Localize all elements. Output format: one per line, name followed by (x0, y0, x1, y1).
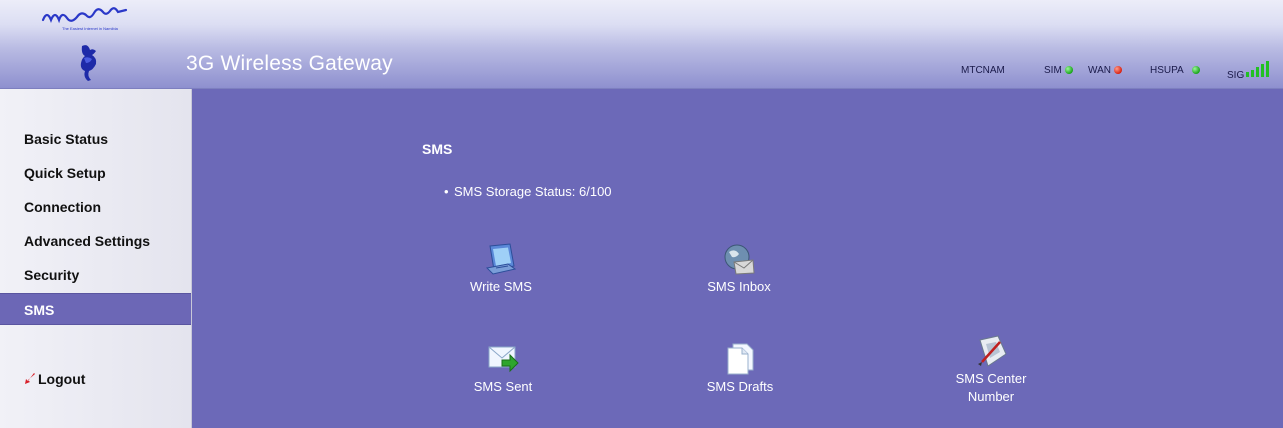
sms-center-number-label: SMS Center Number (955, 371, 1027, 404)
sms-inbox-label: SMS Inbox (707, 279, 771, 294)
signal-bars-icon (1246, 61, 1272, 77)
sms-inbox-button[interactable]: SMS Inbox (679, 242, 799, 296)
bullet-icon: • (444, 184, 449, 199)
wan-led-icon (1113, 66, 1122, 74)
sidebar-item-sms[interactable]: SMS (0, 293, 191, 325)
sim-label: SIM (1044, 65, 1062, 76)
sms-drafts-label: SMS Drafts (706, 379, 774, 394)
write-sms-icon (484, 242, 518, 276)
sms-sent-label: SMS Sent (473, 379, 533, 394)
sidebar-item-security[interactable]: Security (0, 259, 191, 291)
storage-status: • SMS Storage Status: 6/100 (444, 184, 612, 199)
svg-text:The Easiest Internet in Namibi: The Easiest Internet in Namibia (62, 26, 119, 31)
sent-mail-icon (486, 342, 520, 376)
storage-status-text: SMS Storage Status: 6/100 (454, 184, 612, 199)
sms-center-number-button[interactable]: SMS Center Number (931, 334, 1051, 406)
write-sms-button[interactable]: Write SMS (441, 242, 561, 296)
network-led-icon (1191, 66, 1200, 74)
page-title: SMS (422, 141, 453, 157)
main-content: SMS • SMS Storage Status: 6/100 Write SM… (192, 89, 1283, 428)
sidebar-item-basic-status[interactable]: Basic Status (0, 123, 191, 155)
network-label: HSUPA (1150, 65, 1184, 76)
sidebar-item-connection[interactable]: Connection (0, 191, 191, 223)
wan-status: WAN (1088, 64, 1122, 78)
sms-drafts-button[interactable]: SMS Drafts (680, 342, 800, 396)
sim-status: SIM (1044, 64, 1073, 78)
sms-sent-button[interactable]: SMS Sent (443, 342, 563, 396)
logout-arrow-icon (24, 372, 36, 384)
signal-status: SIG (1227, 61, 1272, 81)
center-number-icon (974, 334, 1008, 368)
wan-label: WAN (1088, 65, 1111, 76)
header: The Easiest Internet in Namibia 3G Wirel… (0, 0, 1283, 89)
logout-link[interactable]: Logout (24, 371, 85, 387)
logout-label: Logout (38, 371, 86, 387)
inbox-icon (722, 242, 756, 276)
mascot-logo (70, 42, 110, 82)
sidebar-item-quick-setup[interactable]: Quick Setup (0, 157, 191, 189)
netman-logo: The Easiest Internet in Namibia (40, 2, 140, 36)
sim-led-icon (1064, 66, 1073, 74)
write-sms-label: Write SMS (470, 279, 532, 294)
signal-label: SIG (1227, 70, 1245, 81)
drafts-icon (723, 342, 757, 376)
sidebar-item-advanced-settings[interactable]: Advanced Settings (0, 225, 191, 257)
product-title: 3G Wireless Gateway (186, 52, 393, 75)
operator-name: MTCNAM (961, 65, 1005, 76)
network-status: HSUPA (1150, 64, 1200, 78)
sidebar: Basic Status Quick Setup Connection Adva… (0, 89, 192, 428)
